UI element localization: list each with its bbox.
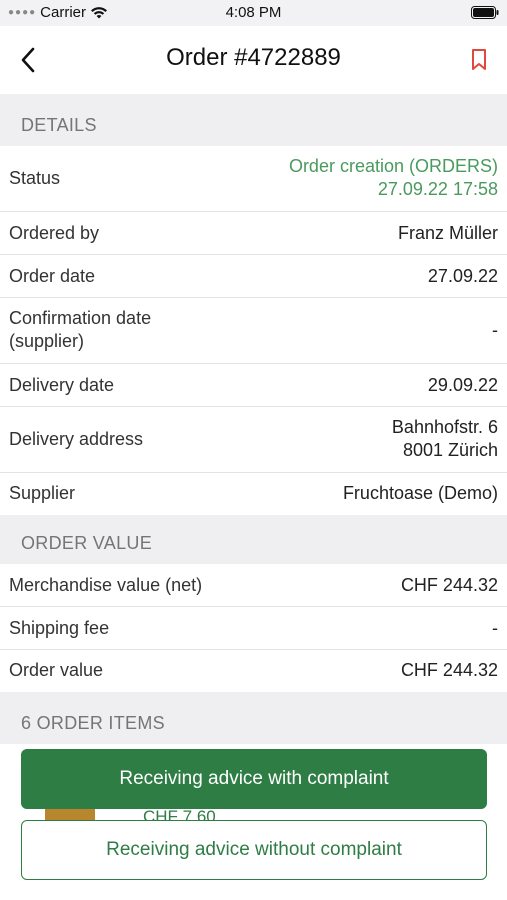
row-value-status: Order creation (ORDERS) 27.09.22 17:58 (288, 156, 498, 199)
row-label: Merchandise value (net) (9, 575, 203, 595)
battery-icon (471, 6, 499, 19)
row-value: Fruchtoase (Demo) (342, 483, 498, 503)
row-label: Order value (9, 660, 104, 680)
detail-row-confirmation-date: Confirmation date (supplier) - (0, 298, 507, 364)
row-value: CHF 244.32 (400, 660, 498, 680)
row-value-address: Bahnhofstr. 6 8001 Zürich (391, 417, 498, 460)
row-value: - (492, 618, 498, 638)
section-header-details: DETAILS (0, 94, 507, 146)
row-value: - (492, 320, 498, 340)
value-row-order-value: Order value CHF 244.32 (0, 650, 507, 692)
row-value: Franz Müller (397, 223, 498, 243)
detail-row-delivery-address: Delivery address Bahnhofstr. 6 8001 Züri… (0, 407, 507, 473)
detail-row-supplier: Supplier Fruchtoase (Demo) (0, 473, 507, 515)
row-label: Status (9, 168, 61, 188)
row-label: Shipping fee (9, 618, 110, 638)
detail-row-status: Status Order creation (ORDERS) 27.09.22 … (0, 146, 507, 212)
detail-row-delivery-date: Delivery date 29.09.22 (0, 364, 507, 407)
row-label: Delivery date (9, 375, 115, 395)
row-label: Delivery address (9, 429, 144, 449)
value-row-merchandise: Merchandise value (net) CHF 244.32 (0, 564, 507, 607)
row-value: 29.09.22 (427, 375, 498, 395)
row-label: Ordered by (9, 223, 100, 243)
section-header-order-items: 6 ORDER ITEMS (0, 692, 507, 744)
row-label: Order date (9, 266, 96, 286)
detail-row-ordered-by: Ordered by Franz Müller (0, 212, 507, 255)
row-label: Supplier (9, 483, 76, 503)
receiving-advice-without-complaint-button[interactable]: Receiving advice without complaint (21, 820, 487, 880)
value-row-shipping-fee: Shipping fee - (0, 607, 507, 650)
section-header-order-value: ORDER VALUE (0, 515, 507, 564)
receiving-advice-with-complaint-button[interactable]: Receiving advice with complaint (21, 749, 487, 809)
status-bar: ●●●● Carrier 4:08 PM (0, 0, 507, 26)
page-title: Order #4722889 (166, 44, 341, 71)
navigation-bar: Order #4722889 (0, 26, 507, 94)
row-label: Confirmation date (supplier) (9, 308, 152, 351)
clock: 4:08 PM (225, 4, 282, 21)
detail-row-order-date: Order date 27.09.22 (0, 255, 507, 298)
bookmark-icon[interactable] (469, 48, 489, 72)
row-value: 27.09.22 (427, 266, 498, 286)
row-value: CHF 244.32 (400, 575, 498, 595)
